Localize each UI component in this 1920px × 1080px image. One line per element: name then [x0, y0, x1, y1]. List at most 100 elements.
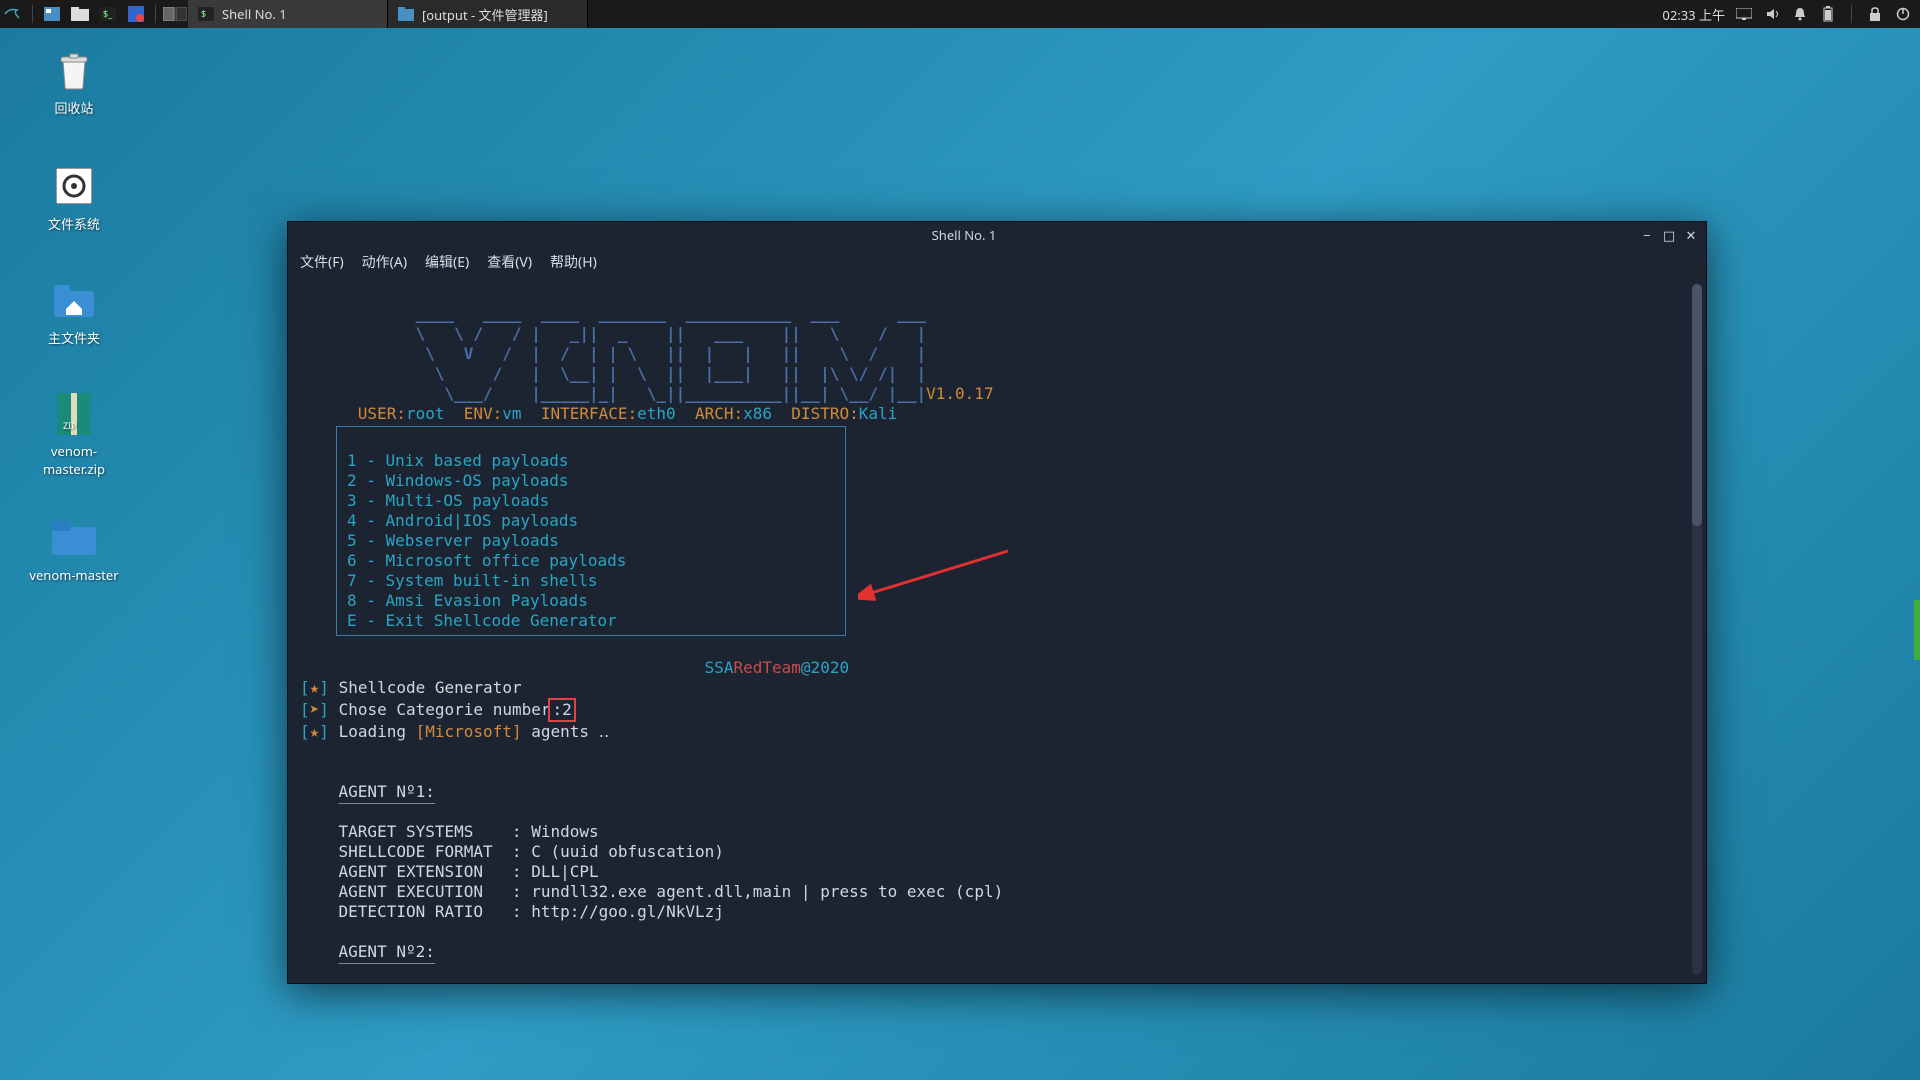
close-button[interactable]: ✕: [1682, 226, 1700, 244]
icon-label: 回收站: [24, 98, 124, 117]
ascii-banner: ____ ____ ____ _______ ___________ ___ _…: [300, 304, 926, 403]
minimize-button[interactable]: −: [1638, 226, 1656, 244]
terminal-launcher-icon[interactable]: $_: [95, 3, 121, 25]
workspace-switcher-icon[interactable]: [162, 3, 188, 25]
agent-title: AGENT Nº2:: [339, 942, 435, 961]
kali-tool-icon[interactable]: [123, 3, 149, 25]
row-val: Windows: [531, 982, 598, 983]
menu-help[interactable]: 帮助(H): [550, 252, 597, 272]
svg-text:$: $: [201, 7, 206, 20]
desktop[interactable]: 回收站 文件系统 主文件夹 ZIP venom-master.zip venom…: [0, 28, 1920, 1080]
menu-file[interactable]: 文件(F): [300, 252, 344, 272]
separator: [155, 5, 156, 23]
kali-menu-icon[interactable]: [0, 3, 26, 25]
row-key: TARGET SYSTEMS: [339, 822, 503, 841]
show-desktop-icon[interactable]: [39, 3, 65, 25]
desktop-icon-home[interactable]: 主文件夹: [24, 276, 124, 347]
clock[interactable]: 02:33 上午: [1662, 5, 1725, 24]
category-menu-box: 1 - Unix based payloads2 - Windows-OS pa…: [336, 426, 846, 636]
lock-icon[interactable]: [1866, 5, 1884, 23]
row-key: AGENT EXTENSION: [339, 862, 503, 881]
notification-bell-icon[interactable]: [1791, 5, 1809, 23]
panel-launchers: $_: [0, 3, 188, 25]
terminal-window: Shell No. 1 − □ ✕ 文件(F) 动作(A) 编辑(E) 查看(V…: [287, 221, 1707, 984]
taskbar-item-files[interactable]: [output - 文件管理器]: [388, 0, 588, 28]
folder-icon: [398, 6, 414, 22]
row-key: TARGET SYSTEMS: [339, 982, 503, 983]
files-launcher-icon[interactable]: [67, 3, 93, 25]
icon-label: venom-master: [24, 566, 124, 584]
menu-item: 5 - Webserver payloads: [347, 531, 835, 551]
row-val: Windows: [531, 822, 598, 841]
svg-text:$_: $_: [103, 7, 113, 20]
row-key: DETECTION RATIO: [339, 902, 503, 921]
menu-item: E - Exit Shellcode Generator: [347, 611, 835, 631]
terminal-icon: $: [198, 6, 214, 22]
desktop-icon-filesystem[interactable]: 文件系统: [24, 162, 124, 233]
terminal-body[interactable]: ____ ____ ____ _______ ___________ ___ _…: [288, 276, 1706, 983]
taskbar-item-shell[interactable]: $ Shell No. 1: [188, 0, 388, 28]
log-text: Shellcode Generator: [339, 678, 522, 697]
folder-icon: [50, 514, 98, 562]
menu-item: 8 - Amsi Evasion Payloads: [347, 591, 835, 611]
arch-val: x86: [743, 404, 772, 423]
scrollbar[interactable]: [1692, 284, 1702, 975]
distro-val: Kali: [859, 404, 898, 423]
distro-label: DISTRO:: [791, 404, 858, 423]
input-highlight: :2: [548, 698, 575, 722]
system-tray: 02:33 上午: [1662, 5, 1920, 24]
footer-redteam: RedTeam: [733, 658, 800, 677]
iface-label: INTERFACE:: [541, 404, 637, 423]
menu-action[interactable]: 动作(A): [362, 252, 407, 272]
user-label: USER:: [358, 404, 406, 423]
env-val: vm: [502, 404, 521, 423]
display-icon[interactable]: [1735, 5, 1753, 23]
titlebar[interactable]: Shell No. 1 − □ ✕: [288, 222, 1706, 248]
task-label: [output - 文件管理器]: [422, 5, 548, 24]
user-val: root: [406, 404, 445, 423]
log-marker: ➤: [310, 700, 320, 719]
arch-label: ARCH:: [695, 404, 743, 423]
desktop-icon-venom-zip[interactable]: ZIP venom-master.zip: [24, 390, 124, 478]
icon-label: 主文件夹: [24, 328, 124, 347]
menu-edit[interactable]: 编辑(E): [425, 252, 469, 272]
menu-item: 4 - Android|IOS payloads: [347, 511, 835, 531]
row-val: C (uuid obfuscation): [531, 842, 724, 861]
battery-icon[interactable]: [1819, 5, 1837, 23]
scrollbar-thumb[interactable]: [1692, 284, 1702, 526]
row-val: DLL|CPL: [531, 862, 598, 881]
log-text: Chose Categorie number: [339, 700, 551, 719]
archive-icon: ZIP: [50, 390, 98, 438]
menu-item: 6 - Microsoft office payloads: [347, 551, 835, 571]
menubar: 文件(F) 动作(A) 编辑(E) 查看(V) 帮助(H): [288, 248, 1706, 276]
side-tab-indicator[interactable]: [1914, 600, 1920, 660]
desktop-icon-trash[interactable]: 回收站: [24, 46, 124, 117]
task-label: Shell No. 1: [222, 5, 287, 23]
log-post: agents ‥: [522, 722, 610, 741]
row-key: AGENT EXECUTION: [339, 882, 503, 901]
disk-icon: [50, 162, 98, 210]
maximize-button[interactable]: □: [1660, 226, 1678, 244]
power-icon[interactable]: [1894, 5, 1912, 23]
menu-item: 7 - System built-in shells: [347, 571, 835, 591]
home-folder-icon: [50, 276, 98, 324]
separator: [32, 5, 33, 23]
icon-label: 文件系统: [24, 214, 124, 233]
log-marker: ★: [310, 722, 320, 741]
menu-item: 2 - Windows-OS payloads: [347, 471, 835, 491]
trash-icon: [50, 46, 98, 94]
svg-text:ZIP: ZIP: [63, 419, 77, 432]
row-val: http://goo.gl/NkVLzj: [531, 902, 724, 921]
log-tag: [Microsoft]: [416, 722, 522, 741]
row-val: rundll32.exe agent.dll,main | press to e…: [531, 882, 1003, 901]
menu-item: 3 - Multi-OS payloads: [347, 491, 835, 511]
menu-item: 1 - Unix based payloads: [347, 451, 835, 471]
row-key: SHELLCODE FORMAT: [339, 842, 503, 861]
volume-icon[interactable]: [1763, 5, 1781, 23]
log-pre: Loading: [339, 722, 416, 741]
menu-view[interactable]: 查看(V): [487, 252, 532, 272]
desktop-icon-venom-folder[interactable]: venom-master: [24, 514, 124, 584]
log-marker: ★: [310, 678, 320, 697]
window-title: Shell No. 1: [294, 226, 1634, 244]
version-label: V1.0.17: [926, 384, 993, 403]
